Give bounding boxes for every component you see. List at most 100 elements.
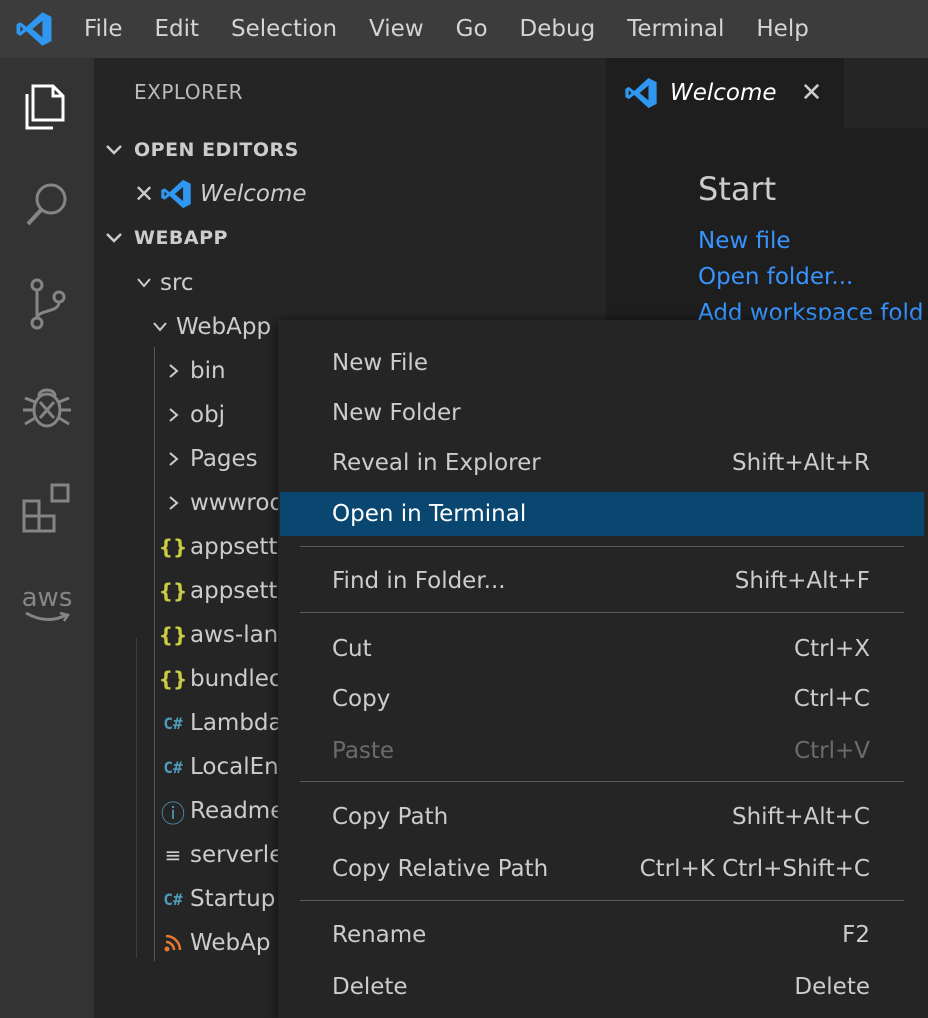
- chevron-right-icon: [158, 407, 190, 423]
- tree-label: Lambda: [190, 710, 283, 736]
- tab-welcome[interactable]: Welcome ✕: [606, 58, 844, 128]
- menu-item-shortcut: Shift+Alt+R: [732, 450, 870, 476]
- menu-go[interactable]: Go: [440, 0, 504, 58]
- extensions-activity-button[interactable]: [0, 468, 94, 548]
- menu-item-shortcut: Shift+Alt+C: [731, 804, 870, 830]
- menu-help[interactable]: Help: [740, 0, 824, 58]
- tree-folder-webapp[interactable]: WebApp: [144, 305, 271, 349]
- debug-activity-button[interactable]: [0, 366, 94, 446]
- chevron-down-icon: [94, 232, 134, 244]
- chevron-down-icon: [144, 321, 176, 333]
- aws-smile-icon: [25, 611, 70, 622]
- json-file-icon: {}: [158, 667, 188, 691]
- close-icon[interactable]: ✕: [801, 78, 823, 108]
- tree-label: Startup: [190, 886, 276, 912]
- tree-file-aws-lambda[interactable]: {} aws-lan: [156, 613, 279, 657]
- tree-file-localentry[interactable]: C# LocalEn: [156, 745, 279, 789]
- source-control-activity-button[interactable]: [0, 264, 94, 344]
- tree-file-appsettings[interactable]: {} appsett: [156, 525, 278, 569]
- menu-item-label: Open in Terminal: [332, 501, 527, 527]
- menu-item-open-in-terminal[interactable]: Open in Terminal: [280, 492, 924, 536]
- tree-file-readme[interactable]: ⓘ Readme: [156, 789, 284, 833]
- menu-file[interactable]: File: [68, 0, 139, 58]
- tree-file-bundleconfig[interactable]: {} bundlec: [156, 657, 282, 701]
- activity-bar: aws: [0, 58, 94, 1018]
- explorer-title: EXPLORER: [134, 80, 243, 104]
- menu-debug[interactable]: Debug: [504, 0, 612, 58]
- menu-item-label: Cut: [332, 636, 372, 662]
- new-file-link[interactable]: New file: [698, 228, 791, 254]
- tree-label: bin: [190, 358, 226, 384]
- search-icon: [26, 183, 67, 226]
- menu-item-shortcut: Ctrl+K Ctrl+Shift+C: [639, 856, 870, 882]
- menu-item-new-folder[interactable]: New Folder: [280, 391, 924, 435]
- menu-item-label: Rename: [332, 922, 427, 948]
- tree-label: aws-lan: [190, 622, 279, 648]
- search-activity-button[interactable]: [0, 164, 94, 244]
- indent-guide: [154, 347, 155, 961]
- webapp-label: WEBAPP: [134, 227, 228, 249]
- json-file-icon: {}: [158, 535, 188, 559]
- menu-item-new-file[interactable]: New File: [280, 341, 924, 385]
- menu-item-shortcut: Ctrl+C: [793, 686, 870, 712]
- extensions-icon: [22, 483, 70, 533]
- menu-separator: [300, 546, 904, 547]
- open-editors-label: OPEN EDITORS: [134, 139, 299, 161]
- tree-label: Readme: [190, 798, 285, 824]
- chevron-down-icon: [94, 144, 134, 156]
- menu-item-label: Copy: [332, 686, 391, 712]
- menu-bar: File Edit Selection View Go Debug Termin…: [68, 0, 825, 58]
- chevron-down-icon: [128, 277, 160, 289]
- menu-item-copy-relative-path[interactable]: Copy Relative Path Ctrl+K Ctrl+Shift+C: [280, 847, 924, 891]
- context-menu: New File New Folder Reveal in Explorer S…: [278, 320, 928, 1018]
- explorer-activity-button[interactable]: [0, 66, 94, 146]
- json-file-icon: {}: [158, 623, 188, 647]
- menu-item-cut[interactable]: Cut Ctrl+X: [280, 627, 924, 671]
- menu-selection[interactable]: Selection: [215, 0, 353, 58]
- menu-item-find-in-folder[interactable]: Find in Folder... Shift+Alt+F: [280, 559, 924, 603]
- menu-item-reveal-in-explorer[interactable]: Reveal in Explorer Shift+Alt+R: [280, 441, 924, 485]
- tree-folder-obj[interactable]: obj: [158, 393, 225, 437]
- menu-separator: [300, 612, 904, 613]
- menu-item-delete[interactable]: Delete Delete: [280, 965, 924, 1009]
- menu-item-paste: Paste Ctrl+V: [280, 729, 924, 773]
- csharp-file-icon: C#: [163, 889, 183, 909]
- open-editors-section-header[interactable]: OPEN EDITORS: [94, 128, 606, 172]
- webapp-section-header[interactable]: WEBAPP: [94, 216, 606, 260]
- tree-folder-bin[interactable]: bin: [158, 349, 226, 393]
- tree-file-serverless[interactable]: ≡ serverle: [156, 833, 284, 877]
- tree-folder-wwwroot[interactable]: wwwroo: [158, 481, 284, 525]
- menu-view[interactable]: View: [353, 0, 440, 58]
- aws-activity-button[interactable]: aws: [0, 564, 94, 644]
- tree-file-webapp-csproj[interactable]: WebAp: [156, 921, 270, 965]
- menu-item-label: New Folder: [332, 400, 461, 426]
- title-bar: File Edit Selection View Go Debug Termin…: [0, 0, 928, 58]
- tree-label: LocalEn: [190, 754, 279, 780]
- menu-separator: [300, 781, 904, 782]
- welcome-start-heading: Start: [698, 170, 777, 208]
- menu-separator: [300, 900, 904, 901]
- tree-file-startup[interactable]: C# Startup: [156, 877, 275, 921]
- open-editor-item-welcome[interactable]: ✕ Welcome: [134, 172, 307, 216]
- close-icon[interactable]: ✕: [134, 180, 160, 208]
- tree-label: appsett: [190, 578, 278, 604]
- tree-file-lambda[interactable]: C# Lambda: [156, 701, 283, 745]
- menu-item-shortcut: Shift+Alt+F: [734, 568, 870, 594]
- menu-edit[interactable]: Edit: [139, 0, 216, 58]
- tree-file-appsettings-dev[interactable]: {} appsett: [156, 569, 278, 613]
- open-folder-link[interactable]: Open folder...: [698, 264, 853, 290]
- tree-folder-src[interactable]: src: [128, 261, 194, 305]
- menu-item-shortcut: Ctrl+X: [794, 636, 870, 662]
- menu-item-copy[interactable]: Copy Ctrl+C: [280, 677, 924, 721]
- tree-label: obj: [190, 402, 226, 428]
- menu-item-copy-path[interactable]: Copy Path Shift+Alt+C: [280, 795, 924, 839]
- menu-terminal[interactable]: Terminal: [611, 0, 740, 58]
- menu-item-shortcut: Delete: [794, 974, 870, 1000]
- tab-label: Welcome: [670, 80, 777, 106]
- menu-item-rename[interactable]: Rename F2: [280, 913, 924, 957]
- menu-item-shortcut: F2: [842, 922, 870, 948]
- menu-item-label: Copy Path: [332, 804, 449, 830]
- tree-folder-pages[interactable]: Pages: [158, 437, 258, 481]
- menu-item-label: Paste: [332, 738, 395, 764]
- tree-label: bundlec: [190, 666, 282, 692]
